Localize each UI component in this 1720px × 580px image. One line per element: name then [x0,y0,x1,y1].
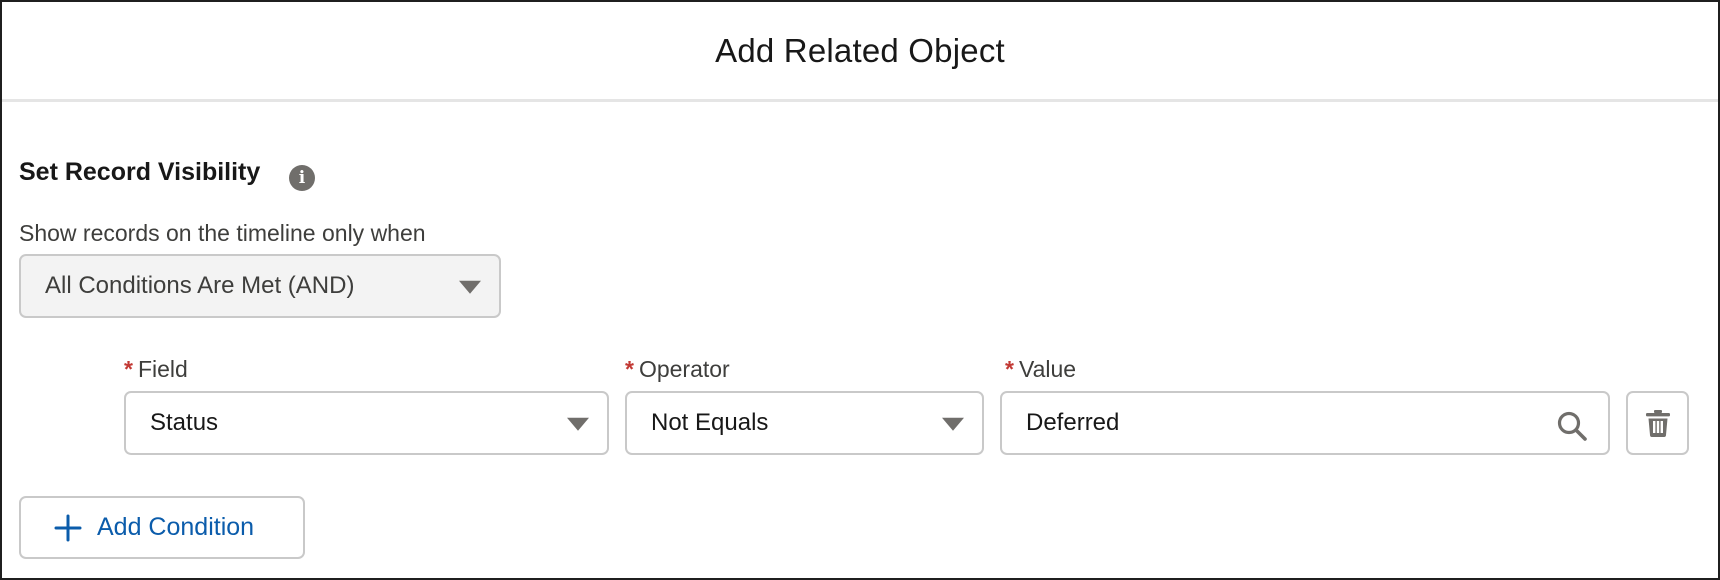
trash-icon [1645,410,1670,437]
plus-icon [54,514,82,541]
field-label: * Field [124,356,188,383]
field-label-text: Field [137,356,188,382]
required-marker: * [1005,356,1014,382]
search-icon[interactable] [1556,410,1588,442]
field-select[interactable]: Status [124,391,609,455]
field-select-value: Status [150,409,219,436]
logic-label: Show records on the timeline only when [19,220,426,246]
chevron-down-icon [942,417,964,431]
delete-condition-button[interactable] [1626,391,1689,455]
operator-label: * Operator [625,356,730,383]
section-title: Set Record Visibility [19,158,261,186]
value-label-text: Value [1018,356,1077,382]
operator-label-text: Operator [638,356,730,382]
condition-logic-select[interactable]: All Conditions Are Met (AND) [19,254,501,318]
chevron-down-icon [459,280,481,294]
value-input-text: Deferred [1026,409,1120,436]
add-condition-button[interactable]: Add Condition [19,496,305,559]
required-marker: * [124,356,133,382]
operator-select[interactable]: Not Equals [625,391,984,455]
required-marker: * [625,356,634,382]
info-icon[interactable]: i [289,165,315,191]
condition-logic-value: All Conditions Are Met (AND) [45,272,355,299]
modal-frame: Add Related Object Set Record Visibility… [0,0,1720,580]
modal-title: Add Related Object [715,31,1005,69]
modal-header: Add Related Object [2,2,1718,102]
add-condition-label: Add Condition [97,513,255,541]
chevron-down-icon [567,417,589,431]
value-label: * Value [1005,356,1076,383]
value-lookup-input[interactable]: Deferred [1000,391,1610,455]
operator-select-value: Not Equals [651,409,769,436]
